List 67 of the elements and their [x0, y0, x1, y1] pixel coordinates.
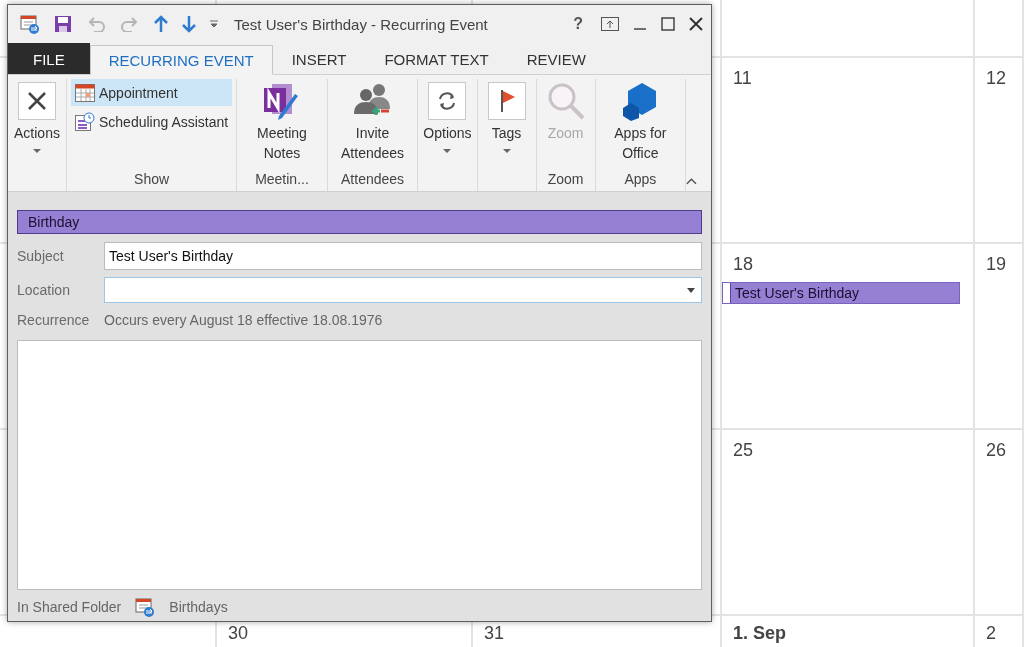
day-number: 25	[733, 440, 754, 461]
calendar-day-cell[interactable]: 18 Test User's Birthday	[722, 244, 975, 430]
day-number: 11	[733, 68, 752, 89]
calendar-day-cell[interactable]: 12	[975, 58, 1024, 244]
ribbon-tab[interactable]: INSERT	[272, 44, 366, 74]
day-number: 31	[484, 623, 505, 644]
up-arrow-icon[interactable]	[154, 15, 168, 33]
day-number: 30	[228, 623, 249, 644]
help-button[interactable]: ?	[569, 15, 587, 33]
calendar-day-cell[interactable]: 11	[722, 58, 975, 244]
group-label: Zoom	[546, 170, 585, 189]
subject-field[interactable]: Test User's Birthday	[104, 242, 702, 270]
day-number: 2	[986, 623, 996, 644]
calendar-day-cell[interactable]: 2	[975, 616, 1024, 647]
calendar-day-cell[interactable]: 26	[975, 430, 1024, 616]
maximize-icon[interactable]	[661, 17, 675, 31]
group-label: Attendees	[340, 170, 406, 189]
day-number: 26	[986, 440, 1007, 461]
collapse-ribbon-icon[interactable]	[686, 177, 697, 185]
folder-label: In Shared Folder	[17, 599, 122, 615]
group-label: Meetin...	[254, 170, 310, 189]
sync-icon	[428, 82, 467, 120]
field-label: Recurrence	[17, 312, 91, 328]
group-label: Show	[133, 170, 171, 189]
day-number: 1. Sep	[733, 623, 787, 644]
ribbon-button[interactable]: Invite Attendees	[331, 79, 414, 169]
calendar-event[interactable]: Test User's Birthday	[722, 282, 960, 304]
folder-calendar-icon	[135, 597, 156, 617]
field-label: Subject	[17, 248, 65, 264]
recurrence-text: Occurs every August 18 effective 18.08.1976	[104, 312, 383, 328]
customize-icon[interactable]	[210, 20, 218, 28]
ribbon-button[interactable]: Options	[422, 79, 473, 169]
calendar-icon	[75, 83, 95, 102]
dropdown-arrow-icon[interactable]	[687, 287, 695, 293]
folder-name: Birthdays	[169, 599, 228, 615]
ribbon-button[interactable]: Actions	[12, 79, 62, 169]
calendar-day-cell[interactable]	[722, 0, 975, 58]
field-label: Location	[17, 282, 71, 298]
close-icon[interactable]	[689, 17, 703, 31]
ribbon-tab[interactable]: REVIEW	[507, 44, 605, 74]
category-bar: Birthday	[17, 210, 702, 234]
file-tab[interactable]: FILE	[8, 43, 90, 74]
ribbon-button[interactable]: Scheduling Assistant	[71, 108, 233, 135]
day-number: 18	[733, 254, 754, 275]
ribbon-tab[interactable]: FORMAT TEXT	[365, 44, 508, 74]
flag-icon	[487, 82, 526, 120]
ribbon-button[interactable]: Tags	[481, 79, 532, 169]
ribbon-button[interactable]: Appointment	[71, 79, 233, 106]
ribbon-tab[interactable]: RECURRING EVENT	[89, 45, 273, 75]
ribbon-button[interactable]: Apps for Office	[599, 79, 682, 169]
calendar-sync-icon[interactable]	[20, 14, 40, 34]
location-field[interactable]	[104, 277, 702, 303]
day-number: 12	[986, 68, 1007, 89]
ribbon-button[interactable]: Meeting Notes	[241, 79, 323, 169]
calendar-day-cell[interactable]: 1. Sep	[722, 616, 975, 647]
calendar-day-cell[interactable]	[975, 0, 1024, 58]
ribbon-display-icon[interactable]	[601, 17, 619, 31]
calendar-day-cell[interactable]: 25	[722, 430, 975, 616]
window-title: Test User's Birthday - Recurring Event	[234, 15, 489, 33]
group-label: Apps	[623, 170, 658, 189]
notes-field[interactable]	[17, 340, 702, 590]
day-number: 19	[986, 254, 1007, 275]
calendar-clock-icon	[75, 111, 95, 132]
save-icon[interactable]	[54, 15, 72, 33]
calendar-day-cell[interactable]: 19	[975, 244, 1024, 430]
down-arrow-icon[interactable]	[182, 15, 196, 33]
delete-icon	[18, 82, 56, 120]
